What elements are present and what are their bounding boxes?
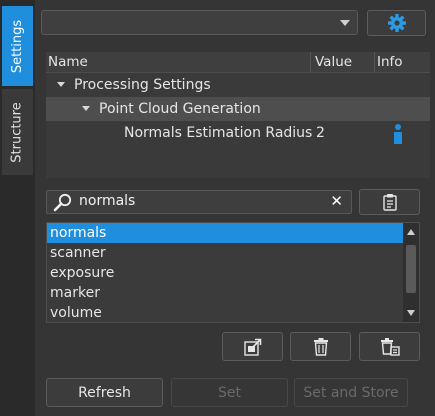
- results-list: normals scanner exposure marker volume: [46, 222, 420, 323]
- tab-settings[interactable]: Settings: [2, 6, 33, 86]
- list-item[interactable]: exposure: [47, 263, 403, 283]
- refresh-button[interactable]: Refresh: [46, 378, 163, 407]
- settings-gear-button[interactable]: [367, 10, 426, 36]
- tree-row-label: Processing Settings: [74, 77, 211, 93]
- trash-icon: [313, 337, 328, 356]
- tab-structure[interactable]: Structure: [2, 89, 33, 175]
- list-scrollbar[interactable]: [403, 223, 419, 322]
- tree-row-processing-settings[interactable]: Processing Settings: [46, 73, 430, 97]
- gear-icon: [387, 14, 406, 32]
- tree-row-normals-estimation-radius[interactable]: Normals Estimation Radius 2: [46, 121, 430, 145]
- scroll-up-icon[interactable]: [407, 229, 415, 235]
- expand-triangle-icon[interactable]: [57, 82, 65, 87]
- set-and-store-button-label: Set and Store: [303, 384, 399, 401]
- trash-all-icon: [380, 337, 400, 356]
- settings-panel: Name Value Info Processing Settings Poin…: [35, 0, 435, 416]
- close-icon[interactable]: ✕: [330, 192, 343, 210]
- set-button[interactable]: Set: [171, 378, 288, 407]
- list-item[interactable]: normals: [47, 223, 403, 243]
- export-button[interactable]: [222, 332, 283, 361]
- magnifier-icon: [53, 193, 72, 212]
- tree-row-label: Normals Estimation Radius: [124, 125, 313, 141]
- settings-tree: Name Value Info Processing Settings Poin…: [46, 52, 430, 178]
- scroll-thumb[interactable]: [406, 245, 416, 293]
- scroll-down-icon[interactable]: [407, 310, 415, 316]
- set-button-label: Set: [218, 384, 241, 401]
- search-field[interactable]: normals ✕: [46, 190, 352, 214]
- delete-button[interactable]: [290, 332, 351, 361]
- delete-all-button[interactable]: [359, 332, 420, 361]
- tree-row-label: Point Cloud Generation: [99, 101, 261, 117]
- tree-row-point-cloud-generation[interactable]: Point Cloud Generation: [46, 97, 430, 121]
- info-icon[interactable]: [392, 124, 404, 144]
- refresh-button-label: Refresh: [78, 384, 131, 401]
- column-info[interactable]: Info: [375, 52, 430, 72]
- side-tab-bar: Settings Structure: [0, 0, 35, 416]
- chevron-down-icon: [340, 20, 350, 26]
- export-icon: [243, 338, 261, 356]
- list-item[interactable]: scanner: [47, 243, 403, 263]
- expand-triangle-icon[interactable]: [82, 106, 90, 111]
- clipboard-list-icon: [382, 194, 397, 211]
- search-input[interactable]: normals: [79, 193, 135, 209]
- set-and-store-button[interactable]: Set and Store: [294, 378, 408, 407]
- list-item[interactable]: volume: [47, 303, 403, 322]
- tab-structure-label: Structure: [10, 101, 26, 163]
- column-value[interactable]: Value: [311, 52, 375, 72]
- tree-row-value[interactable]: 2: [316, 121, 325, 145]
- preset-dropdown[interactable]: [41, 10, 358, 35]
- list-options-button[interactable]: [359, 189, 420, 215]
- list-item[interactable]: marker: [47, 283, 403, 303]
- tab-settings-label: Settings: [10, 19, 26, 73]
- tree-header: Name Value Info: [46, 52, 430, 73]
- column-name[interactable]: Name: [46, 52, 311, 72]
